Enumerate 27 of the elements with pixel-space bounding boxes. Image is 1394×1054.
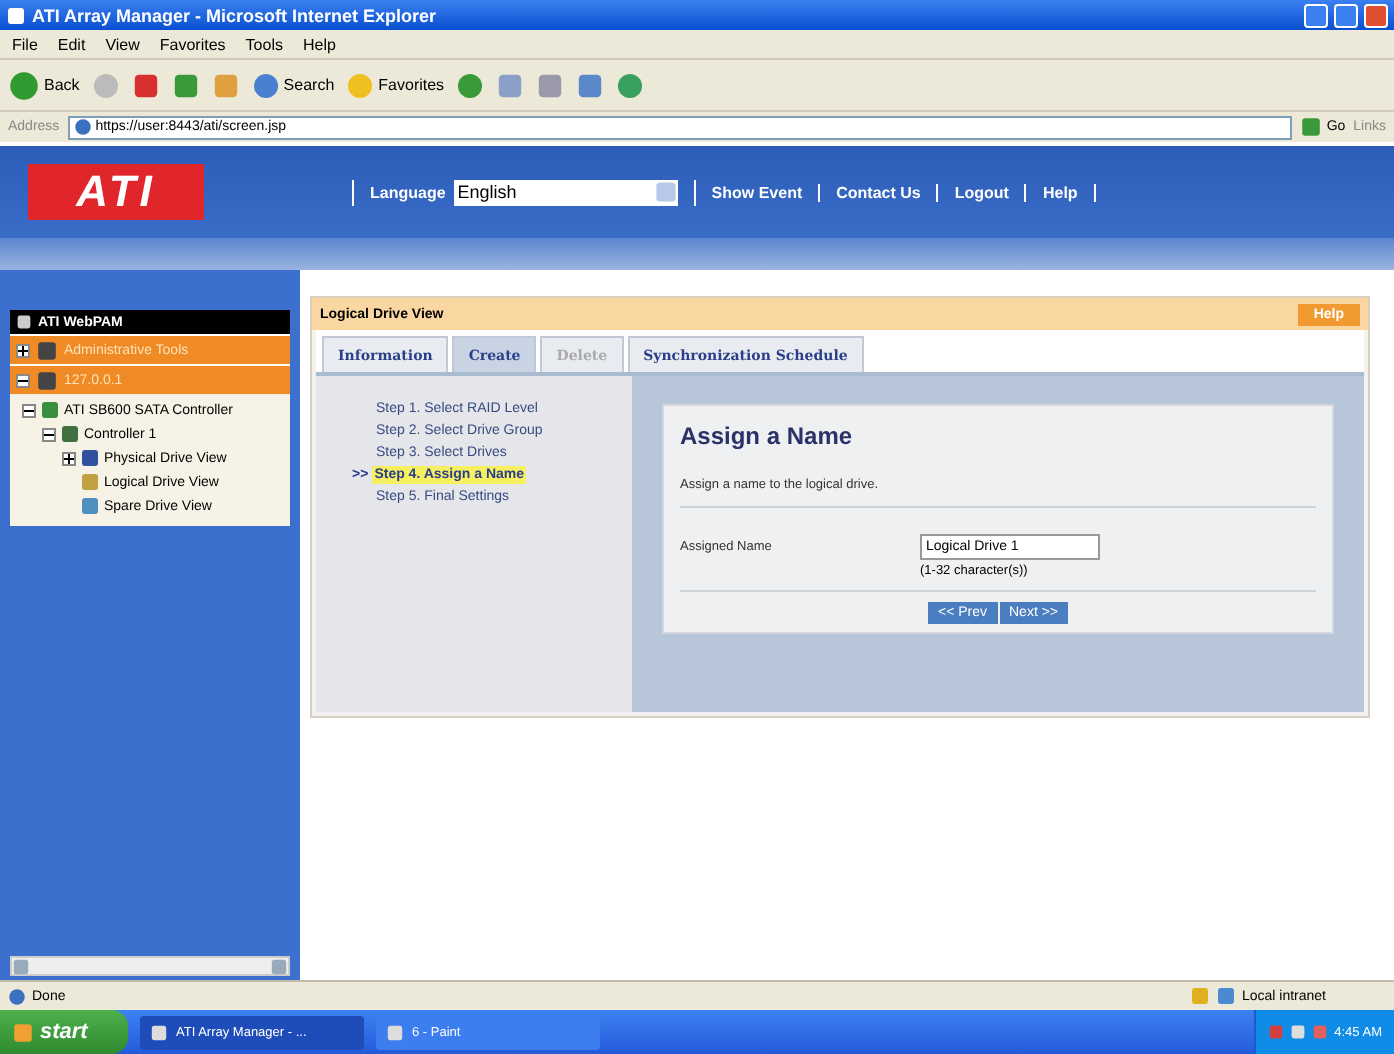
logo: ATI <box>28 164 204 220</box>
toolbar-button[interactable]: Search <box>251 71 335 99</box>
language-select[interactable]: English <box>453 179 678 205</box>
nav-link[interactable]: Contact Us <box>836 183 921 201</box>
menu-item[interactable]: Tools <box>245 35 283 53</box>
minimize-button[interactable] <box>1304 3 1328 27</box>
expand-icon[interactable] <box>16 343 30 357</box>
nav-link[interactable]: Help <box>1042 183 1078 201</box>
menu-item[interactable]: View <box>105 35 140 53</box>
toolbar-button[interactable]: Back <box>8 69 80 101</box>
nav-link[interactable]: Logout <box>954 183 1009 201</box>
window-title: ATI Array Manager - Microsoft Internet Explorer <box>32 5 439 25</box>
close-button[interactable] <box>1364 3 1388 27</box>
expand-icon[interactable] <box>62 451 76 465</box>
menu-item[interactable]: Favorites <box>159 35 226 53</box>
maximize-button[interactable] <box>1334 3 1358 27</box>
language-label: Language <box>370 183 446 201</box>
collapse-icon[interactable] <box>16 373 30 387</box>
menu-item[interactable]: Edit <box>57 35 86 53</box>
toolbar-button[interactable]: Favorites <box>346 71 445 99</box>
menu-item[interactable]: File <box>12 35 38 53</box>
nav-link[interactable]: Show Event <box>711 183 803 201</box>
horizontal-scrollbar[interactable] <box>10 956 290 976</box>
form-heading: Assign a Name <box>680 422 855 450</box>
collapse-icon[interactable] <box>22 403 36 417</box>
menu-item[interactable]: Help <box>302 35 336 53</box>
collapse-icon[interactable] <box>42 427 56 441</box>
